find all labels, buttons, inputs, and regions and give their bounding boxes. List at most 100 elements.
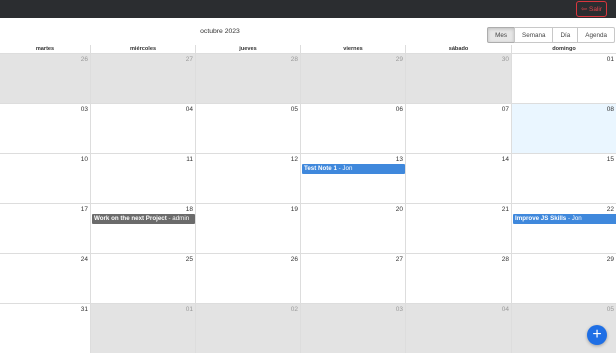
day-cell-today[interactable]: 08 <box>511 104 616 153</box>
day-number[interactable]: 17 <box>81 206 88 213</box>
day-cell[interactable]: 02 <box>195 304 300 353</box>
day-number[interactable]: 30 <box>502 56 509 63</box>
weekday-label: sábado <box>405 45 511 53</box>
view-day-button[interactable]: Día <box>552 27 579 43</box>
view-agenda-button[interactable]: Agenda <box>577 27 615 43</box>
day-number[interactable]: 22 <box>607 206 614 213</box>
day-number[interactable]: 07 <box>502 106 509 113</box>
weekday-label: jueves <box>195 45 300 53</box>
month-label: octubre 2023 <box>200 28 240 35</box>
weekday-label: domingo <box>511 45 616 53</box>
calendar-event[interactable]: Test Note 1 - Jon <box>302 164 405 174</box>
day-number[interactable]: 14 <box>502 156 509 163</box>
day-number[interactable]: 28 <box>291 56 298 63</box>
day-cell[interactable]: 10 <box>0 154 90 203</box>
logout-label: Salir <box>588 5 602 13</box>
day-number[interactable]: 05 <box>291 106 298 113</box>
day-number[interactable]: 10 <box>81 156 88 163</box>
weekday-label: viernes <box>300 45 405 53</box>
day-number[interactable]: 15 <box>607 156 614 163</box>
day-number[interactable]: 28 <box>502 256 509 263</box>
day-cell[interactable]: 26 <box>0 54 90 103</box>
day-number[interactable]: 08 <box>607 106 614 113</box>
calendar-event[interactable]: Work on the next Project - admin <box>92 214 195 224</box>
day-cell[interactable]: 28 <box>405 254 511 303</box>
event-title: Test Note 1 <box>304 165 337 172</box>
day-number[interactable]: 02 <box>291 306 298 313</box>
day-cell[interactable]: 29 <box>511 254 616 303</box>
day-number[interactable]: 04 <box>186 106 193 113</box>
day-cell[interactable]: 04 <box>405 304 511 353</box>
day-number[interactable]: 01 <box>607 56 614 63</box>
day-number[interactable]: 06 <box>396 106 403 113</box>
day-cell[interactable]: 27 <box>300 254 405 303</box>
day-cell[interactable]: 01 <box>90 304 195 353</box>
day-number[interactable]: 03 <box>81 106 88 113</box>
day-cell[interactable]: 26 <box>195 254 300 303</box>
day-number[interactable]: 18 <box>186 206 193 213</box>
day-number[interactable]: 19 <box>291 206 298 213</box>
day-cell[interactable]: 03 <box>0 104 90 153</box>
add-event-button[interactable]: + <box>587 325 607 345</box>
day-number[interactable]: 24 <box>81 256 88 263</box>
day-number[interactable]: 29 <box>607 256 614 263</box>
view-week-button[interactable]: Semana <box>514 27 554 43</box>
day-cell[interactable]: 13 Test Note 1 - Jon <box>300 154 405 203</box>
day-cell[interactable]: 11 <box>90 154 195 203</box>
day-number[interactable]: 11 <box>186 156 193 163</box>
day-cell[interactable]: 15 <box>511 154 616 203</box>
day-number[interactable]: 05 <box>607 306 614 313</box>
calendar-event[interactable]: Improve JS Skills - Jon <box>513 214 616 224</box>
day-number[interactable]: 27 <box>186 56 193 63</box>
day-number[interactable]: 20 <box>396 206 403 213</box>
week-row: 26 27 28 29 30 01 <box>0 54 616 104</box>
weekday-label: martes <box>0 45 90 53</box>
event-user: Jon <box>571 215 582 222</box>
day-cell[interactable]: 18 Work on the next Project - admin <box>90 204 195 253</box>
day-cell[interactable]: 07 <box>405 104 511 153</box>
day-cell[interactable]: 05 <box>195 104 300 153</box>
day-cell[interactable]: 29 <box>300 54 405 103</box>
day-cell[interactable]: 27 <box>90 54 195 103</box>
day-cell[interactable]: 21 <box>405 204 511 253</box>
day-number[interactable]: 04 <box>502 306 509 313</box>
day-cell[interactable]: 22 Improve JS Skills - Jon <box>511 204 616 253</box>
day-cell[interactable]: 12 <box>195 154 300 203</box>
day-number[interactable]: 12 <box>291 156 298 163</box>
view-month-button[interactable]: Mes <box>487 27 515 43</box>
day-cell[interactable]: 04 <box>90 104 195 153</box>
event-separator: - <box>336 165 343 172</box>
day-cell[interactable]: 20 <box>300 204 405 253</box>
day-number[interactable]: 29 <box>396 56 403 63</box>
day-cell[interactable]: 19 <box>195 204 300 253</box>
day-number[interactable]: 21 <box>502 206 509 213</box>
event-user: admin <box>172 215 190 222</box>
day-cell[interactable]: 24 <box>0 254 90 303</box>
week-row: 17 18 Work on the next Project - admin 1… <box>0 204 616 254</box>
day-cell[interactable]: 06 <box>300 104 405 153</box>
day-number[interactable]: 27 <box>396 256 403 263</box>
day-cell[interactable]: 03 <box>300 304 405 353</box>
day-number[interactable]: 13 <box>396 156 403 163</box>
plus-icon: + <box>592 326 602 343</box>
weekday-label: miércoles <box>90 45 195 53</box>
day-number[interactable]: 03 <box>396 306 403 313</box>
week-row: 03 04 05 06 07 08 <box>0 104 616 154</box>
logout-icon: ⇦ <box>581 5 587 13</box>
day-cell[interactable]: 30 <box>405 54 511 103</box>
day-number[interactable]: 01 <box>186 306 193 313</box>
day-cell[interactable]: 25 <box>90 254 195 303</box>
day-cell[interactable]: 01 <box>511 54 616 103</box>
event-title: Improve JS Skills <box>515 215 567 222</box>
week-row: 31 01 02 03 04 05 <box>0 304 616 353</box>
logout-button[interactable]: ⇦ Salir <box>576 1 607 17</box>
day-number[interactable]: 25 <box>186 256 193 263</box>
day-number[interactable]: 31 <box>81 306 88 313</box>
day-number[interactable]: 26 <box>81 56 88 63</box>
day-cell[interactable]: 14 <box>405 154 511 203</box>
day-cell[interactable]: 28 <box>195 54 300 103</box>
view-switcher: Mes Semana Día Agenda <box>487 27 615 43</box>
day-cell[interactable]: 17 <box>0 204 90 253</box>
day-cell[interactable]: 31 <box>0 304 90 353</box>
day-number[interactable]: 26 <box>291 256 298 263</box>
